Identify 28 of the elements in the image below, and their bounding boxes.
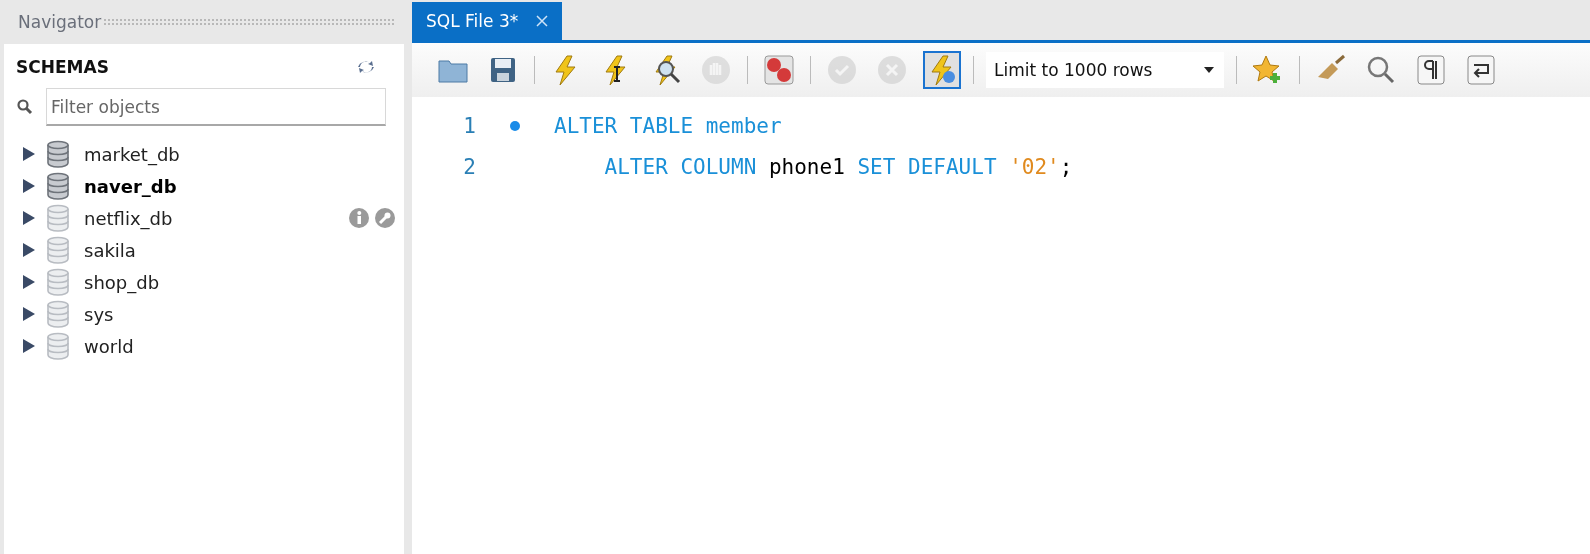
expand-arrow-icon[interactable] (22, 210, 36, 226)
search-icon (16, 98, 34, 116)
close-icon[interactable] (536, 15, 549, 27)
code-line: ALTER COLUMN phone1 SET DEFAULT '02'; (603, 154, 1073, 179)
schema-name[interactable]: netflix_db (84, 207, 173, 229)
wrench-icon[interactable] (374, 207, 396, 229)
section-title: SCHEMAS (16, 57, 109, 77)
editor-tab[interactable]: SQL File 3* (412, 2, 563, 40)
info-icon[interactable] (348, 207, 370, 229)
filter-field[interactable]: Filter objects (46, 88, 386, 126)
caret-icon[interactable] (1204, 67, 1214, 73)
expand-arrow-icon[interactable] (22, 242, 36, 258)
panel-title: Navigator (18, 12, 102, 32)
expand-arrow-icon[interactable] (22, 146, 36, 162)
row-limit-dropdown[interactable]: Limit to 1000 rows (986, 52, 1224, 88)
schema-name[interactable]: naver_db (84, 175, 177, 197)
expand-arrow-icon[interactable] (22, 306, 36, 322)
schema-name[interactable]: sys (84, 303, 114, 325)
schema-name[interactable]: world (84, 335, 134, 357)
code-line: ALTER TABLE member (554, 113, 782, 138)
schema-name[interactable]: market_db (84, 143, 180, 165)
schema-name[interactable]: shop_db (84, 271, 160, 293)
expand-arrow-icon[interactable] (22, 338, 36, 354)
expand-arrow-icon[interactable] (22, 178, 36, 194)
schema-name[interactable]: sakila (84, 239, 136, 261)
line-number: 1 (462, 113, 476, 138)
line-number: 2 (462, 154, 476, 179)
expand-arrow-icon[interactable] (22, 274, 36, 290)
